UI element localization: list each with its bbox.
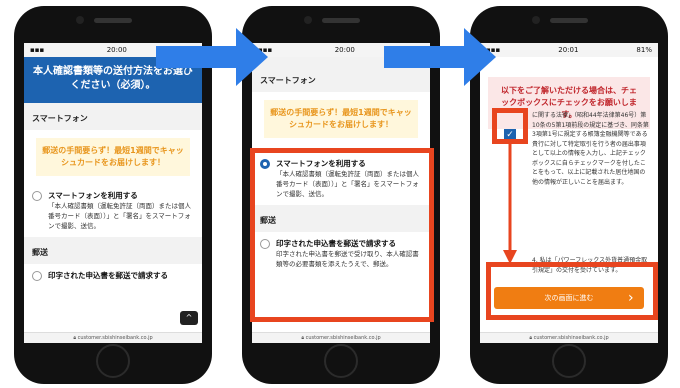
- speaker: [94, 18, 132, 23]
- speaker: [322, 18, 360, 23]
- url-text: customer.sbishinseibank.co.jp: [77, 335, 153, 341]
- right-arrow-icon: [384, 28, 496, 86]
- option-mail[interactable]: 印字された申込書を郵送で請求する: [24, 264, 202, 287]
- lock-icon: 🔒︎: [301, 335, 305, 341]
- home-button[interactable]: [96, 344, 130, 378]
- notice-banner: 郵送の手間要らず！最短1週間でキャッシュカードをお届けします！: [264, 100, 418, 138]
- terms-text: に関する法律」（昭和44年法律第46号）第10条の5第1項前段の規定に基づき、同…: [532, 112, 649, 186]
- status-time: 20:01: [558, 46, 579, 54]
- lock-icon: 🔒︎: [529, 335, 533, 341]
- camera: [532, 16, 540, 24]
- speaker: [550, 18, 588, 23]
- option-smartphone[interactable]: スマートフォンを利用する 「本人確認書類（運転免許証（両面）または個人番号カード…: [24, 184, 202, 237]
- back-to-top-button[interactable]: ^: [180, 311, 198, 325]
- battery-level: 81%: [636, 46, 652, 54]
- home-button[interactable]: [552, 344, 586, 378]
- url-bar: 🔒︎ customer.sbishinseibank.co.jp: [24, 332, 202, 343]
- section-smartphone: スマートフォン: [24, 103, 202, 130]
- url-bar: 🔒︎ customer.sbishinseibank.co.jp: [252, 332, 430, 343]
- highlight-box-options: [250, 148, 434, 322]
- option-title: 印字された申込書を郵送で請求する: [48, 271, 168, 280]
- lock-icon: 🔒︎: [73, 335, 77, 341]
- url-bar: 🔒︎ customer.sbishinseibank.co.jp: [480, 332, 658, 343]
- status-time: 20:00: [106, 46, 127, 54]
- notice-banner: 郵送の手間要らず！最短1週間でキャッシュカードをお届けします！: [36, 138, 190, 176]
- url-text: customer.sbishinseibank.co.jp: [533, 335, 609, 341]
- signal-icon: ▪▪▪: [30, 46, 45, 54]
- radio-mail[interactable]: [32, 271, 42, 281]
- status-bar: ▪▪▪ 20:01 81%: [480, 43, 658, 57]
- camera: [76, 16, 84, 24]
- option-desc: 「本人確認書類（運転免許証（両面）または個人番号カード（表面））」と「署名」をス…: [48, 202, 191, 230]
- option-title: スマートフォンを利用する: [48, 191, 138, 200]
- down-arrow-icon: [503, 142, 517, 264]
- section-mail: 郵送: [24, 237, 202, 264]
- status-time: 20:00: [334, 46, 355, 54]
- camera: [304, 16, 312, 24]
- right-arrow-icon: [156, 28, 268, 86]
- radio-smartphone[interactable]: [32, 191, 42, 201]
- highlight-box-checkbox: [492, 108, 528, 144]
- home-button[interactable]: [324, 344, 358, 378]
- highlight-box-next-button: [486, 262, 658, 320]
- url-text: customer.sbishinseibank.co.jp: [305, 335, 381, 341]
- phone-1-screen: ▪▪▪ 20:00 ▭ 本人確認書類等の送付方法をお選びください（必須）。 スマ…: [24, 43, 202, 343]
